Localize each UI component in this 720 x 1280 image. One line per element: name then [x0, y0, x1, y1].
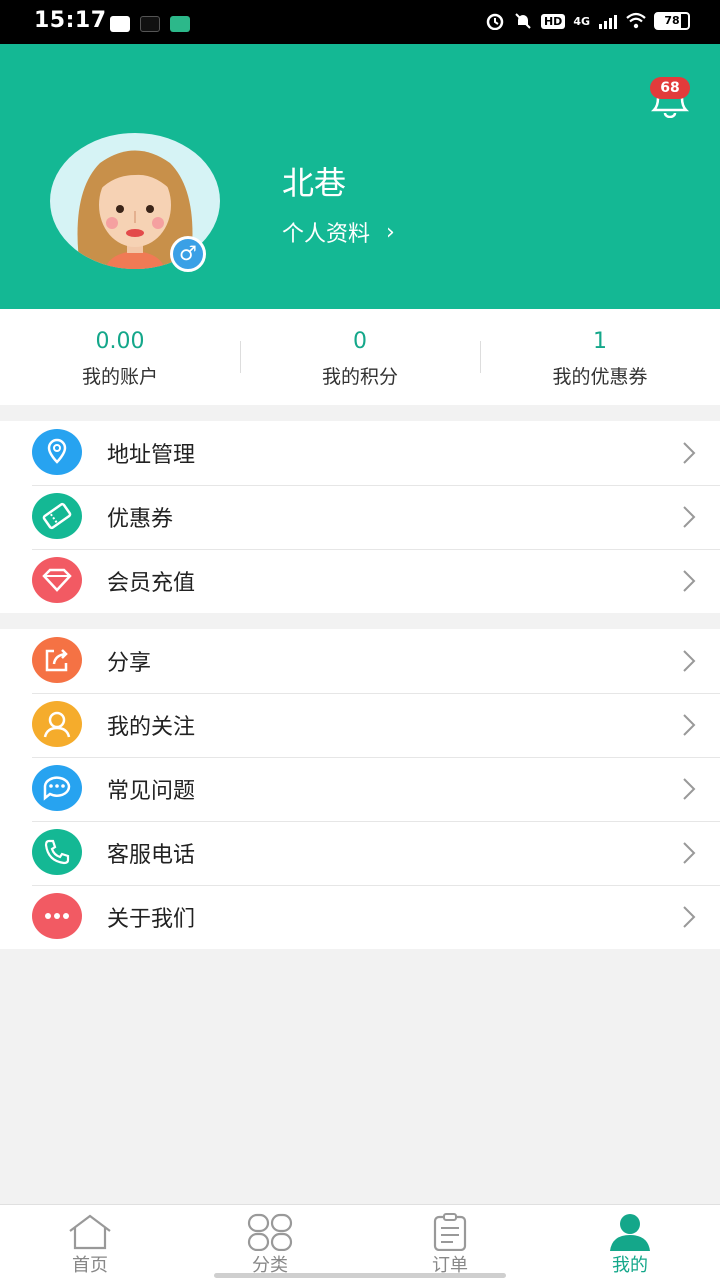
diamond-icon — [32, 557, 82, 603]
location-icon — [32, 429, 82, 475]
stats-bar: 0.00 我的账户 0 我的积分 1 我的优惠券 — [0, 309, 720, 405]
stat-account[interactable]: 0.00 我的账户 — [0, 309, 240, 405]
menu-item-recharge[interactable]: 会员充值 — [0, 549, 720, 613]
home-icon — [69, 1214, 111, 1250]
chevron-right-icon — [683, 906, 696, 928]
message-app-icon — [110, 16, 130, 32]
chevron-right-icon — [683, 506, 696, 528]
menu-item-label: 关于我们 — [107, 907, 196, 932]
menu-item-label: 分享 — [107, 651, 152, 676]
menu-item-service-phone[interactable]: 客服电话 — [0, 821, 720, 885]
bottom-tab-bar: 首页 分类 订单 我的 — [0, 1204, 720, 1280]
tab-mine[interactable]: 我的 — [540, 1205, 720, 1280]
stat-points[interactable]: 0 我的积分 — [240, 309, 480, 405]
menu-item-label: 会员充值 — [107, 571, 196, 596]
signal-icon — [599, 15, 617, 29]
ticket-icon — [32, 493, 82, 539]
menu-item-faq[interactable]: 常见问题 — [0, 757, 720, 821]
menu-item-label: 优惠券 — [107, 507, 174, 532]
menu-group-2: 分享 我的关注 常见问题 客服电话 关于我们 — [0, 629, 720, 949]
gender-male-icon: ♂ — [170, 236, 206, 272]
tab-label: 首页 — [72, 1255, 108, 1276]
tab-label: 我的 — [612, 1255, 648, 1276]
user-icon — [610, 1214, 650, 1251]
phone-icon — [32, 829, 82, 875]
battery-icon: 78 — [654, 12, 690, 30]
stat-label: 我的优惠券 — [552, 366, 648, 388]
tab-category[interactable]: 分类 — [180, 1205, 360, 1280]
chevron-right-icon — [683, 442, 696, 464]
home-indicator[interactable] — [214, 1273, 506, 1278]
chevron-right-icon: › — [386, 219, 395, 245]
network-type: 4G — [573, 14, 590, 28]
status-right: HD 4G 78 — [485, 12, 690, 30]
menu-item-label: 地址管理 — [107, 443, 196, 468]
menu-item-label: 常见问题 — [107, 779, 196, 804]
follow-icon — [32, 701, 82, 747]
menu-item-label: 客服电话 — [107, 843, 196, 868]
hd-indicator: HD — [540, 13, 566, 29]
chevron-right-icon — [683, 842, 696, 864]
chevron-right-icon — [683, 570, 696, 592]
stat-value: 0.00 — [95, 329, 145, 354]
status-app-icons — [110, 16, 190, 32]
profile-link-label: 个人资料 — [282, 222, 371, 247]
menu-item-following[interactable]: 我的关注 — [0, 693, 720, 757]
profile-link[interactable]: 个人资料 › — [282, 216, 395, 248]
chat-icon — [32, 765, 82, 811]
news-app-icon — [170, 16, 190, 32]
menu-item-label: 我的关注 — [107, 715, 196, 740]
chevron-right-icon — [683, 778, 696, 800]
menu-item-about[interactable]: 关于我们 — [0, 885, 720, 949]
menu-item-share[interactable]: 分享 — [0, 629, 720, 693]
wifi-icon — [626, 12, 646, 29]
tiktok-icon — [140, 16, 160, 32]
notification-badge: 68 — [650, 77, 690, 99]
more-icon — [32, 893, 82, 939]
category-icon — [247, 1213, 293, 1251]
tab-orders[interactable]: 订单 — [360, 1205, 540, 1280]
share-icon — [32, 637, 82, 683]
chevron-right-icon — [683, 650, 696, 672]
menu-group-1: 地址管理 优惠券 会员充值 — [0, 421, 720, 613]
menu-item-address[interactable]: 地址管理 — [0, 421, 720, 485]
order-icon — [433, 1213, 467, 1251]
chevron-right-icon — [683, 714, 696, 736]
tab-home[interactable]: 首页 — [0, 1205, 180, 1280]
stat-value: 0 — [353, 329, 367, 354]
stat-value: 1 — [593, 329, 607, 354]
stat-label: 我的账户 — [81, 366, 158, 388]
status-time: 15:17 — [34, 8, 107, 33]
stat-label: 我的积分 — [321, 366, 398, 388]
username: 北巷 — [282, 164, 347, 202]
stat-coupons[interactable]: 1 我的优惠券 — [480, 309, 720, 405]
status-bar: 15:17 HD 4G 78 — [0, 0, 720, 44]
mute-icon — [515, 13, 531, 29]
alarm-icon — [486, 13, 504, 30]
menu-item-coupons[interactable]: 优惠券 — [0, 485, 720, 549]
